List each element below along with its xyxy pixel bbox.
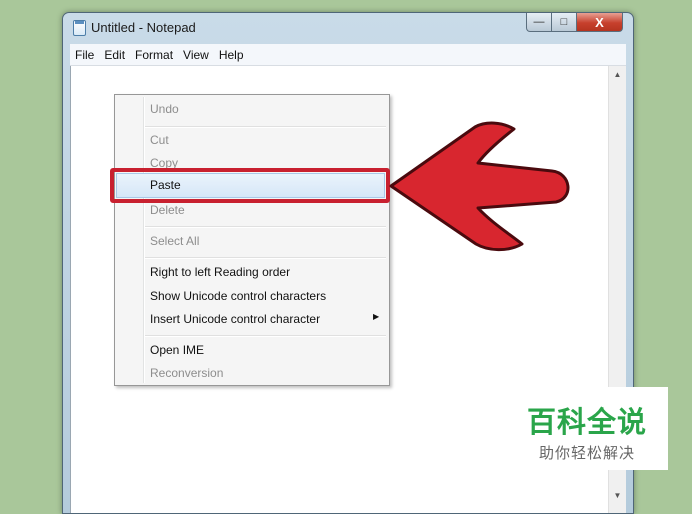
maximize-button[interactable]: □ <box>552 13 577 32</box>
context-item-open-ime[interactable]: Open IME <box>150 342 204 358</box>
menu-help[interactable]: Help <box>214 48 249 62</box>
menu-file[interactable]: File <box>70 48 99 62</box>
menu-separator <box>145 335 386 337</box>
window-title: Untitled - Notepad <box>91 20 196 35</box>
context-item-rtl-reading-order[interactable]: Right to left Reading order <box>150 264 290 280</box>
minimize-button[interactable]: — <box>526 13 552 32</box>
context-item-insert-unicode[interactable]: Insert Unicode control character <box>150 311 320 327</box>
menu-separator <box>145 257 386 259</box>
context-item-undo[interactable]: Undo <box>150 101 179 117</box>
paste-highlight-box <box>110 168 390 203</box>
scroll-up-arrow-icon[interactable]: ▲ <box>609 70 626 79</box>
context-item-cut[interactable]: Cut <box>150 132 169 148</box>
context-item-reconversion[interactable]: Reconversion <box>150 365 223 381</box>
watermark-subtitle: 助你轻松解决 <box>538 445 635 462</box>
context-item-delete[interactable]: Delete <box>150 202 185 218</box>
title-bar[interactable]: Untitled - Notepad — □ X <box>63 13 633 43</box>
window-controls: — □ X <box>526 13 623 33</box>
context-item-select-all[interactable]: Select All <box>150 233 199 249</box>
menu-edit[interactable]: Edit <box>99 48 130 62</box>
watermark-logo: 百科全说 助你轻松解决 <box>506 387 668 470</box>
context-item-show-unicode[interactable]: Show Unicode control characters <box>150 288 326 304</box>
menu-bar: File Edit Format View Help <box>70 44 626 66</box>
notepad-icon <box>73 20 86 36</box>
menu-view[interactable]: View <box>178 48 214 62</box>
scroll-down-arrow-icon[interactable]: ▼ <box>609 491 626 500</box>
context-menu: Undo Cut Copy Delete Select All Right to… <box>114 94 390 386</box>
menu-format[interactable]: Format <box>130 48 178 62</box>
menu-separator <box>145 126 386 128</box>
close-button[interactable]: X <box>577 13 623 32</box>
menu-separator <box>145 226 386 228</box>
watermark-title: 百科全说 <box>526 407 647 439</box>
submenu-arrow-icon: ▶ <box>373 312 380 321</box>
